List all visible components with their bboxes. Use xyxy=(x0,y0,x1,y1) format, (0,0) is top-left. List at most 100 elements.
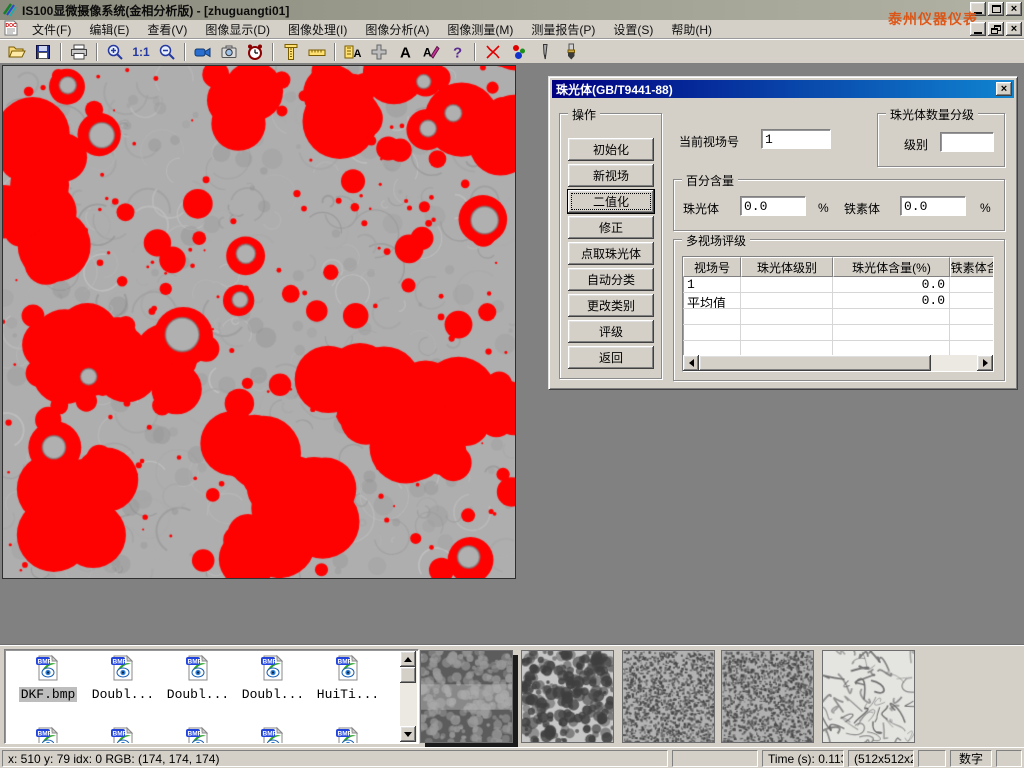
rating-table[interactable]: 视场号珠光体级别珠光体含量(%)铁素体含量(%) 10.0平均值0.0 xyxy=(682,256,994,372)
file-item[interactable]: BMP xyxy=(11,726,85,744)
scrollbar-thumb[interactable] xyxy=(400,667,416,683)
file-item[interactable]: BMP xyxy=(86,726,160,744)
text-button[interactable]: A xyxy=(392,41,418,63)
scrollbar-thumb[interactable] xyxy=(699,355,931,371)
thumbnail-2[interactable] xyxy=(521,650,614,743)
video-camera-button[interactable] xyxy=(190,41,216,63)
menu-item[interactable]: 图像分析(A) xyxy=(356,22,438,38)
op-button-9[interactable]: 返回 xyxy=(568,346,654,369)
file-name[interactable]: DKF.bmp xyxy=(19,687,78,702)
grid-button[interactable] xyxy=(366,41,392,63)
table-horizontal-scrollbar[interactable] xyxy=(683,355,993,371)
menu-item[interactable]: 图像测量(M) xyxy=(438,22,522,38)
save-button[interactable] xyxy=(30,41,56,63)
file-name[interactable]: Doubl... xyxy=(90,687,156,702)
thumbnail-3[interactable] xyxy=(622,650,715,743)
file-item[interactable]: BMP xyxy=(311,726,385,744)
ferrite-percent-input[interactable] xyxy=(900,196,966,216)
close-button[interactable]: × xyxy=(1006,2,1022,16)
menu-item[interactable]: 编辑(E) xyxy=(80,22,138,38)
zoom-out-button[interactable] xyxy=(154,41,180,63)
file-list-scrollbar[interactable] xyxy=(400,651,417,742)
table-row[interactable]: 平均值0.0 xyxy=(683,293,993,309)
op-button-2[interactable]: 新视场 xyxy=(568,164,654,187)
file-item[interactable]: BMPDoubl... xyxy=(161,654,235,702)
op-button-7[interactable]: 更改类别 xyxy=(568,294,654,317)
file-item[interactable]: BMPHuiTi... xyxy=(311,654,385,702)
table-row[interactable] xyxy=(683,325,993,341)
toolbar-separator xyxy=(184,43,186,61)
maximize-button[interactable] xyxy=(988,2,1004,16)
scroll-down-button[interactable] xyxy=(400,726,416,742)
help-button[interactable]: ? xyxy=(444,41,470,63)
menu-item[interactable]: 帮助(H) xyxy=(662,22,721,38)
thumbnail-1[interactable] xyxy=(420,650,513,743)
table-row[interactable]: 10.0 xyxy=(683,277,993,293)
menu-item[interactable]: 文件(F) xyxy=(23,22,80,38)
op-button-8[interactable]: 评级 xyxy=(568,320,654,343)
table-cell: 0.0 xyxy=(833,277,950,293)
curve-edit-button[interactable] xyxy=(480,41,506,63)
level-input[interactable] xyxy=(940,132,994,152)
file-item[interactable]: BMP xyxy=(236,726,310,744)
file-name[interactable]: HuiTi... xyxy=(315,687,381,702)
file-name[interactable]: Doubl... xyxy=(165,687,231,702)
zoom-in-button[interactable] xyxy=(102,41,128,63)
actual-size-label: 1:1 xyxy=(132,45,149,59)
mdi-window-buttons: × xyxy=(970,22,1022,36)
op-button-1[interactable]: 初始化 xyxy=(568,138,654,161)
file-list[interactable]: BMPDKF.bmpBMPDoubl...BMPDoubl...BMPDoubl… xyxy=(4,649,419,744)
menu-item[interactable]: 设置(S) xyxy=(604,22,662,38)
pen-button[interactable] xyxy=(532,41,558,63)
menu-item[interactable]: 测量报告(P) xyxy=(522,22,604,38)
file-item[interactable]: BMP xyxy=(161,726,235,744)
pearlite-percent-input[interactable] xyxy=(740,196,806,216)
annotate-button[interactable]: A xyxy=(418,41,444,63)
document-icon[interactable]: DOC xyxy=(3,20,19,39)
dialog-close-button[interactable]: × xyxy=(996,82,1012,96)
scroll-left-button[interactable] xyxy=(683,355,699,371)
menu-item[interactable]: 图像显示(D) xyxy=(196,22,279,38)
mdi-restore-button[interactable] xyxy=(988,22,1004,36)
table-cell xyxy=(950,325,994,341)
snapshot-button[interactable] xyxy=(216,41,242,63)
current-field-input[interactable] xyxy=(761,129,831,149)
column-header[interactable]: 珠光体级别 xyxy=(741,257,833,277)
curve-edit-icon xyxy=(484,43,502,61)
file-item[interactable]: BMPDKF.bmp xyxy=(11,654,85,702)
scroll-right-button[interactable] xyxy=(977,355,993,371)
timer-button[interactable] xyxy=(242,41,268,63)
dialog-title-bar[interactable]: 珠光体(GB/T9441-88) × xyxy=(552,80,1014,98)
minimize-button[interactable] xyxy=(970,2,986,16)
specimen-image[interactable] xyxy=(2,65,516,579)
table-row[interactable] xyxy=(683,309,993,325)
status-blank-1 xyxy=(672,750,758,767)
menu-item[interactable]: 图像处理(I) xyxy=(279,22,356,38)
op-button-3[interactable]: 二值化 xyxy=(568,190,654,213)
pearlite-unit: % xyxy=(818,201,829,215)
phase-particles-button[interactable] xyxy=(506,41,532,63)
column-header[interactable]: 铁素体含量(%) xyxy=(950,257,994,277)
ruler-button[interactable] xyxy=(304,41,330,63)
print-button[interactable] xyxy=(66,41,92,63)
table-cell xyxy=(683,325,741,341)
menu-item[interactable]: 查看(V) xyxy=(138,22,196,38)
mdi-close-button[interactable]: × xyxy=(1006,22,1022,36)
file-item[interactable]: BMPDoubl... xyxy=(86,654,160,702)
measure-label-button[interactable]: A xyxy=(340,41,366,63)
op-button-6[interactable]: 自动分类 xyxy=(568,268,654,291)
mdi-minimize-button[interactable] xyxy=(970,22,986,36)
brush-button[interactable] xyxy=(558,41,584,63)
op-button-5[interactable]: 点取珠光体 xyxy=(568,242,654,265)
actual-size-button[interactable]: 1:1 xyxy=(128,41,154,63)
file-item[interactable]: BMPDoubl... xyxy=(236,654,310,702)
op-button-4[interactable]: 修正 xyxy=(568,216,654,239)
thumbnail-5[interactable] xyxy=(822,650,915,743)
scroll-up-button[interactable] xyxy=(400,651,416,667)
file-name[interactable]: Doubl... xyxy=(240,687,306,702)
column-header[interactable]: 视场号 xyxy=(683,257,741,277)
thumbnail-4[interactable] xyxy=(721,650,814,743)
caliper-button[interactable] xyxy=(278,41,304,63)
open-button[interactable] xyxy=(4,41,30,63)
column-header[interactable]: 珠光体含量(%) xyxy=(833,257,950,277)
